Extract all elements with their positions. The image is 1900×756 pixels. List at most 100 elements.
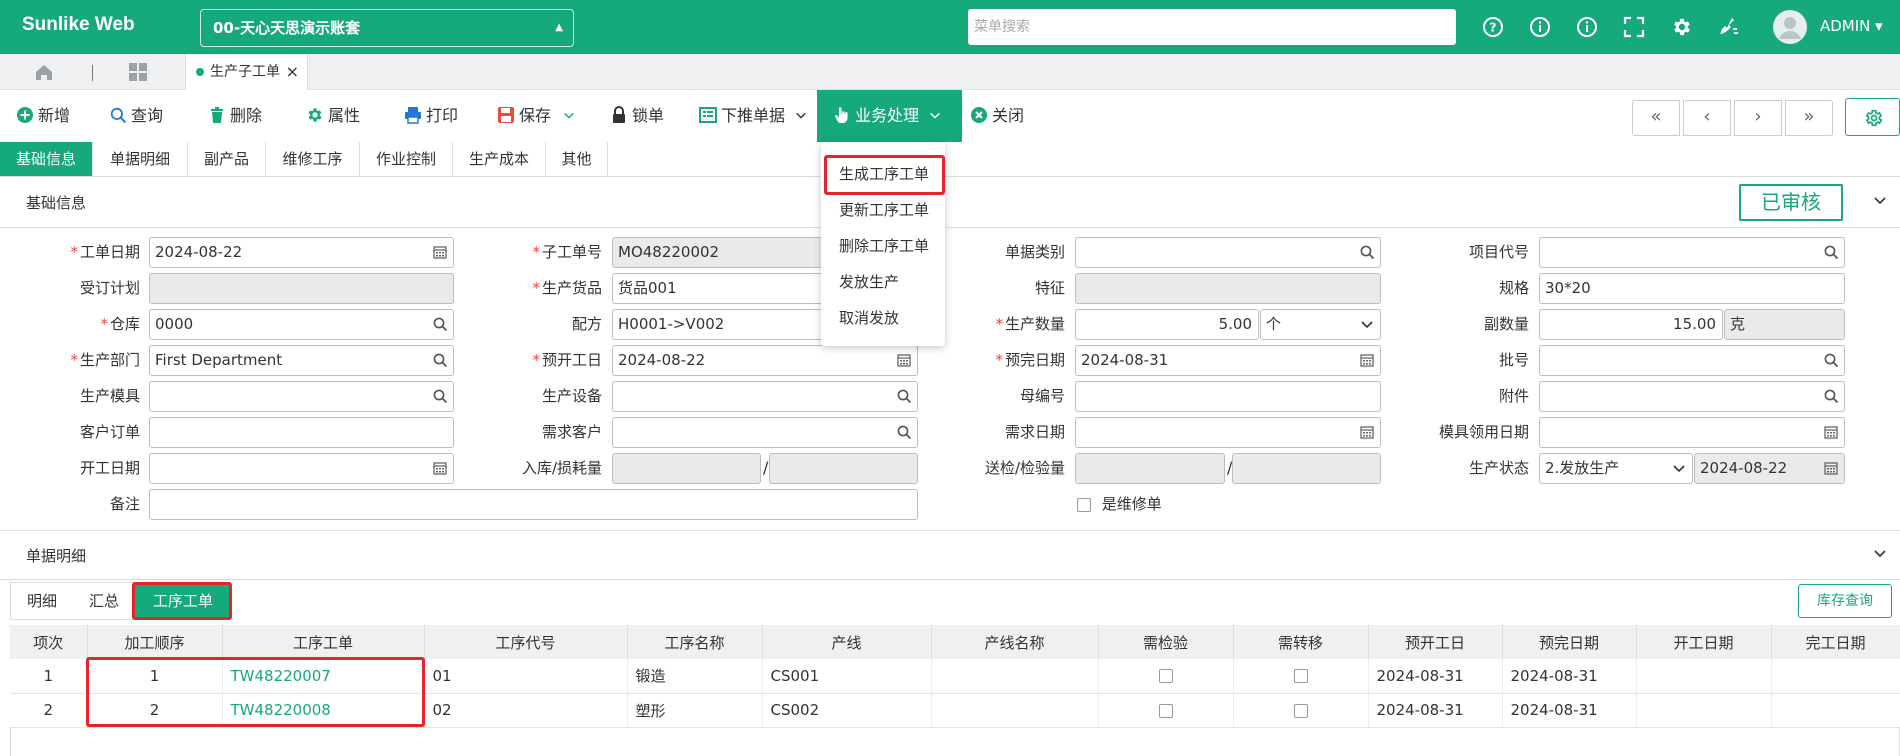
detail-header[interactable]: 单据明细 <box>0 531 1900 579</box>
tab-basic-info[interactable]: 基础信息 <box>0 142 93 176</box>
avatar[interactable] <box>1773 10 1807 44</box>
project-field[interactable] <box>1539 237 1845 268</box>
user-menu[interactable]: ADMIN ▾ <box>1820 17 1883 35</box>
inspect-send-field[interactable] <box>1075 453 1225 484</box>
first-record-button[interactable]: « <box>1632 100 1680 136</box>
col-need-transfer[interactable]: 需转移 <box>1233 625 1369 659</box>
grid-icon[interactable] <box>128 62 148 82</box>
col-end-date[interactable]: 完工日期 <box>1771 625 1900 659</box>
close-button[interactable]: 关闭 <box>970 90 1024 142</box>
search-icon[interactable] <box>432 352 448 368</box>
print-button[interactable]: 打印 <box>404 90 458 142</box>
search-icon[interactable] <box>1823 388 1839 404</box>
menu-item-generate-process-order[interactable]: 生成工序工单 <box>821 156 945 192</box>
gear-icon[interactable] <box>1671 16 1693 38</box>
fullscreen-icon[interactable] <box>1623 16 1645 38</box>
col-index[interactable]: 项次 <box>10 625 88 659</box>
search-icon[interactable] <box>1359 244 1375 260</box>
process-order-link[interactable]: TW48220008 <box>231 701 331 719</box>
clean-icon[interactable] <box>1718 16 1740 38</box>
menu-item-update-process-order[interactable]: 更新工序工单 <box>821 192 945 228</box>
calendar-icon[interactable] <box>1823 424 1839 440</box>
push-down-button[interactable]: 下推单据 <box>699 90 812 142</box>
help-icon[interactable]: ? <box>1482 16 1504 38</box>
menu-item-release-production[interactable]: 发放生产 <box>821 264 945 300</box>
dept-field[interactable]: First Department <box>149 345 454 376</box>
next-record-button[interactable]: › <box>1734 100 1782 136</box>
search-icon[interactable] <box>1823 244 1839 260</box>
cust-field[interactable] <box>612 417 918 448</box>
inspect-checkbox[interactable] <box>1158 669 1173 684</box>
search-icon[interactable] <box>432 388 448 404</box>
chevron-down-icon[interactable] <box>562 106 576 124</box>
subtab-process-orders[interactable]: 工序工单 <box>135 583 231 619</box>
calendar-icon[interactable] <box>896 352 912 368</box>
calendar-icon[interactable] <box>432 244 448 260</box>
menu-item-delete-process-order[interactable]: 删除工序工单 <box>821 228 945 264</box>
parent-field[interactable] <box>1075 381 1381 412</box>
tab-job-control[interactable]: 作业控制 <box>360 142 453 176</box>
menu-item-cancel-release[interactable]: 取消发放 <box>821 300 945 336</box>
add-button[interactable]: 新增 <box>16 90 70 142</box>
cust-order-field[interactable] <box>149 417 454 448</box>
query-button[interactable]: 查询 <box>109 90 163 142</box>
plan-start-field[interactable]: 2024-08-22 <box>612 345 918 376</box>
tab-production-cost[interactable]: 生产成本 <box>453 142 546 176</box>
repair-checkbox[interactable] <box>1077 497 1091 512</box>
chevron-down-icon[interactable] <box>1872 545 1888 561</box>
process-order-link[interactable]: TW48220007 <box>231 667 331 685</box>
stock-query-button[interactable]: 库存查询 <box>1798 584 1892 618</box>
calendar-icon[interactable] <box>1359 352 1375 368</box>
account-selector[interactable]: 00-天心天思演示账套 ▲ <box>200 9 574 47</box>
lock-button[interactable]: 锁单 <box>610 90 664 142</box>
tab-repair-process[interactable]: 维修工序 <box>266 142 360 176</box>
calendar-icon[interactable] <box>1823 460 1839 476</box>
tab-production-suborder[interactable]: 生产子工单 × <box>185 54 308 90</box>
col-process-order[interactable]: 工序工单 <box>222 625 425 659</box>
chevron-down-icon[interactable] <box>1671 460 1687 476</box>
tab-document-detail[interactable]: 单据明细 <box>93 142 188 176</box>
close-tab-icon[interactable]: × <box>286 54 299 90</box>
sub-qty-field[interactable]: 15.00 <box>1539 309 1723 340</box>
qty-unit-select[interactable]: 个 <box>1260 309 1381 340</box>
remark-field[interactable] <box>149 489 918 520</box>
mold-date-field[interactable] <box>1539 417 1845 448</box>
start-date-field[interactable] <box>149 453 454 484</box>
transfer-checkbox[interactable] <box>1293 669 1308 684</box>
tab-other[interactable]: 其他 <box>546 142 608 176</box>
search-icon[interactable] <box>1823 352 1839 368</box>
col-need-inspect[interactable]: 需检验 <box>1098 625 1234 659</box>
feature-field[interactable] <box>1075 273 1381 304</box>
properties-button[interactable]: 属性 <box>306 90 360 142</box>
info-icon[interactable] <box>1529 16 1551 38</box>
inspect-done-field[interactable] <box>1232 453 1381 484</box>
about-icon[interactable] <box>1576 16 1598 38</box>
inbound-qty-field[interactable] <box>612 453 761 484</box>
doc-type-field[interactable] <box>1075 237 1381 268</box>
menu-search-input[interactable] <box>968 9 1456 45</box>
table-row[interactable]: 2 2 TW48220008 02 塑形 CS002 2024-08-31 20… <box>10 693 1900 728</box>
col-line[interactable]: 产线 <box>762 625 932 659</box>
col-line-name[interactable]: 产线名称 <box>931 625 1099 659</box>
table-row[interactable]: 1 1 TW48220007 01 锻造 CS001 2024-08-31 20… <box>10 659 1900 694</box>
business-process-button[interactable]: 业务处理 <box>817 90 963 142</box>
qty-field[interactable]: 5.00 <box>1075 309 1259 340</box>
subtab-summary[interactable]: 汇总 <box>73 583 135 619</box>
equip-field[interactable] <box>612 381 918 412</box>
save-button[interactable]: 保存 <box>497 90 580 142</box>
transfer-checkbox[interactable] <box>1293 703 1308 718</box>
col-plan-start[interactable]: 预开工日 <box>1368 625 1503 659</box>
calendar-icon[interactable] <box>432 460 448 476</box>
mold-field[interactable] <box>149 381 454 412</box>
col-plan-end[interactable]: 预完日期 <box>1502 625 1637 659</box>
prod-status-select[interactable]: 2.发放生产 <box>1539 453 1693 484</box>
col-seq[interactable]: 加工顺序 <box>87 625 223 659</box>
plan-end-field[interactable]: 2024-08-31 <box>1075 345 1381 376</box>
spec-field[interactable]: 30*20 <box>1539 273 1845 304</box>
calendar-icon[interactable] <box>1359 424 1375 440</box>
prod-status-date-field[interactable]: 2024-08-22 <box>1694 453 1845 484</box>
last-record-button[interactable]: » <box>1785 100 1833 136</box>
col-start-date[interactable]: 开工日期 <box>1636 625 1772 659</box>
search-icon[interactable] <box>896 424 912 440</box>
settings-button[interactable] <box>1845 98 1900 136</box>
